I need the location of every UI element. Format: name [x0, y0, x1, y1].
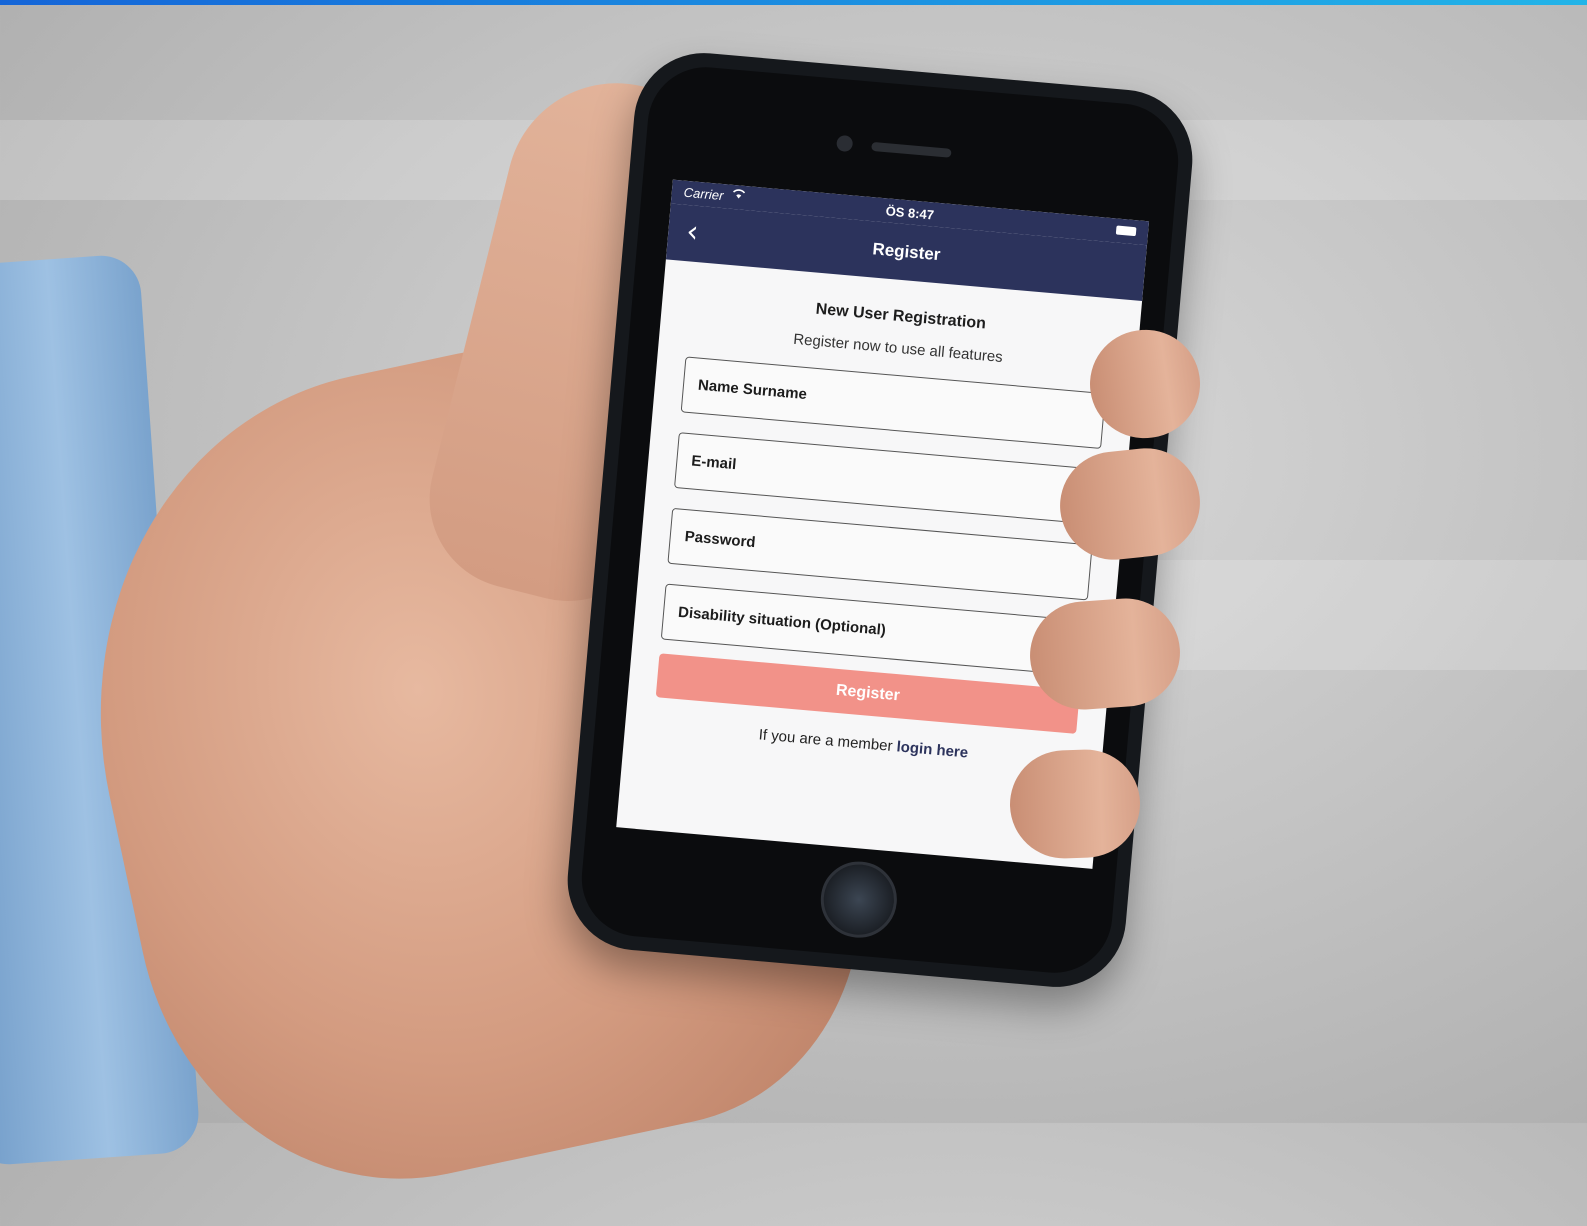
earpiece-speaker — [871, 141, 952, 158]
top-accent-bar — [0, 0, 1587, 5]
finger — [1008, 747, 1142, 861]
email-field[interactable]: E-mail — [674, 432, 1100, 525]
front-camera — [836, 134, 854, 153]
password-field[interactable]: Password — [667, 507, 1093, 601]
battery-icon — [1115, 225, 1137, 237]
login-prompt-text: If you are a member — [758, 726, 894, 755]
home-button[interactable] — [817, 858, 901, 941]
login-link[interactable]: login here — [896, 738, 969, 761]
disability-select-label: Disability situation (Optional) — [677, 603, 887, 639]
name-surname-field[interactable]: Name Surname — [680, 356, 1106, 449]
finger — [1026, 594, 1184, 714]
